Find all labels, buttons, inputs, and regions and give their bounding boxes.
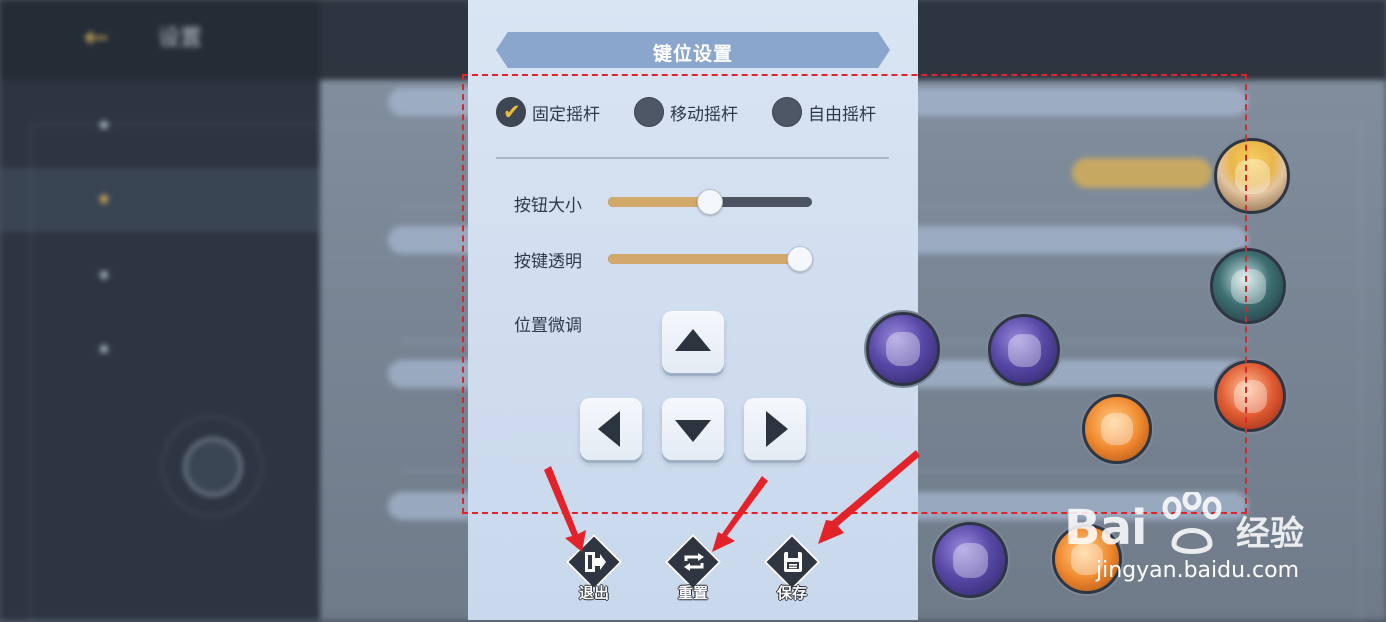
button-opacity-slider[interactable]	[608, 246, 813, 272]
arrow-up-icon	[675, 329, 711, 351]
exit-icon	[585, 552, 606, 572]
skill-glyph-icon	[1230, 268, 1266, 304]
radio-fixed-joystick[interactable]: ✔ 固定摇杆	[496, 96, 600, 128]
save-icon	[784, 552, 802, 572]
arrow-left-icon	[598, 411, 620, 447]
back-arrow-icon: ←	[84, 20, 110, 55]
slider-fill	[608, 254, 800, 264]
divider	[496, 157, 889, 159]
skill-kick-icon[interactable]	[988, 314, 1060, 386]
skill-punch-icon[interactable]	[1082, 394, 1152, 464]
slider-knob[interactable]	[697, 189, 723, 215]
radio-label: 自由摇杆	[808, 104, 876, 125]
exit-button[interactable]: 退出	[565, 533, 626, 606]
radio-moving-joystick[interactable]: 移动摇杆	[634, 96, 738, 128]
save-button[interactable]: 保存	[763, 533, 824, 606]
skill-attack-icon[interactable]	[1052, 524, 1122, 594]
radio-free-joystick[interactable]: 自由摇杆	[772, 96, 876, 128]
arrow-right-icon	[766, 411, 788, 447]
checkbox-checked-icon: ✔	[496, 97, 526, 127]
skill-glyph-icon	[952, 542, 988, 578]
panel-header: 键位设置	[496, 32, 890, 68]
skill-glyph-icon	[1233, 379, 1267, 413]
reset-button[interactable]: 重置	[664, 533, 725, 606]
skill-glyph-icon	[1101, 413, 1133, 445]
skill-glyph-icon	[1007, 333, 1041, 367]
move-left-button[interactable]	[580, 398, 642, 460]
move-right-button[interactable]	[744, 398, 806, 460]
reset-label: 重置	[677, 584, 708, 602]
move-up-button[interactable]	[662, 311, 724, 373]
character-portrait-icon[interactable]	[1214, 138, 1290, 214]
panel-title: 键位设置	[652, 43, 733, 65]
button-size-slider[interactable]	[608, 189, 812, 215]
slider-knob[interactable]	[786, 246, 813, 272]
position-adjust-label: 位置微调	[514, 316, 582, 336]
skill-kick-icon[interactable]	[866, 312, 940, 386]
arrow-down-icon	[675, 420, 711, 442]
button-opacity-label: 按键透明	[514, 252, 582, 272]
skill-glyph-icon	[886, 332, 920, 366]
exit-label: 退出	[578, 584, 609, 602]
skill-blade-icon[interactable]	[1210, 248, 1286, 324]
radio-unchecked-icon	[772, 97, 802, 127]
radio-label: 移动摇杆	[670, 104, 738, 125]
radio-unchecked-icon	[634, 97, 664, 127]
portrait-face-icon	[1234, 158, 1270, 194]
skill-ultimate-icon[interactable]	[932, 522, 1008, 598]
button-size-label: 按钮大小	[514, 196, 582, 216]
skill-glyph-icon	[1071, 543, 1103, 575]
move-down-button[interactable]	[662, 398, 724, 460]
slider-fill	[608, 197, 710, 207]
radio-label: 固定摇杆	[532, 104, 600, 125]
key-settings-panel: 键位设置 ✔ 固定摇杆 移动摇杆 自由摇杆 按钮大小 按键透明 位置微调	[468, 0, 918, 620]
reset-icon	[684, 553, 704, 571]
background-title: 设置	[158, 26, 203, 51]
skill-fist-icon[interactable]	[1214, 360, 1286, 432]
checkmark-icon: ✔	[503, 100, 521, 124]
save-label: 保存	[776, 584, 807, 602]
